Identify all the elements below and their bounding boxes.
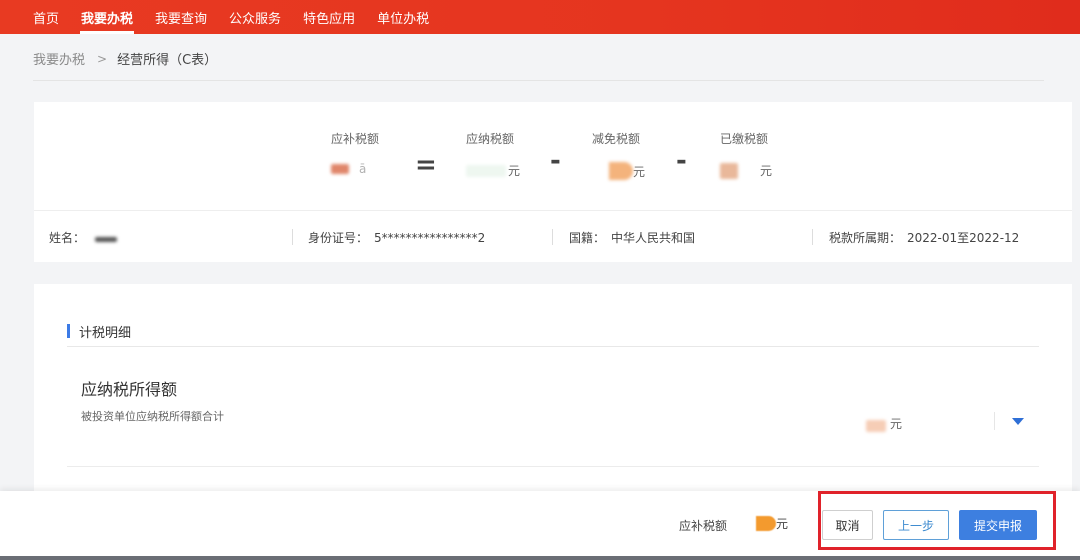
payable-tax-label: 应补税额 xyxy=(331,132,380,146)
divider xyxy=(812,229,813,245)
breadcrumb-current: 经营所得（C表） xyxy=(117,53,218,68)
cancel-button[interactable]: 取消 xyxy=(822,510,873,540)
paid-tax-value: 元 xyxy=(720,162,772,179)
divider xyxy=(552,229,553,245)
nationality-label: 国籍： xyxy=(569,231,606,245)
tax-period-field: 税款所属期： 2022-01至2022-12 xyxy=(829,229,1019,246)
equals-sign: = xyxy=(415,150,437,180)
previous-step-button[interactable]: 上一步 xyxy=(883,510,949,540)
expand-caret-icon[interactable] xyxy=(1012,418,1024,425)
payable-tax-unit: ā xyxy=(359,162,367,176)
bottom-payable-label: 应补税额 xyxy=(679,519,728,533)
redacted-value xyxy=(331,164,349,174)
breadcrumb-separator-icon: > xyxy=(97,51,108,66)
name-label: 姓名： xyxy=(49,231,86,245)
minus-sign: - xyxy=(676,146,687,176)
tax-period-label: 税款所属期： xyxy=(829,231,902,245)
reduced-tax-label: 减免税额 xyxy=(592,132,641,146)
item-divider xyxy=(67,466,1039,467)
taxable-income-unit: 元 xyxy=(890,416,903,431)
nav-item-home[interactable]: 首页 xyxy=(22,0,70,34)
taxable-income-title: 应纳税所得额 xyxy=(81,380,178,399)
tax-summary-card: 应补税额 ā = 应纳税额 元 - 减免税额 元 - 已缴税额 元 姓名： 身份… xyxy=(34,102,1072,262)
breadcrumb-divider xyxy=(33,80,1044,81)
section-divider xyxy=(67,346,1039,347)
nav-item-special-apps[interactable]: 特色应用 xyxy=(292,0,366,34)
minus-sign: - xyxy=(550,146,561,176)
bottom-action-bar: 应补税额 元 取消 上一步 提交申报 xyxy=(0,491,1080,560)
top-nav: 首页 我要办税 我要查询 公众服务 特色应用 单位办税 xyxy=(0,0,1080,34)
redacted-value xyxy=(720,162,738,179)
redacted-name xyxy=(95,237,118,242)
redacted-value xyxy=(466,164,506,177)
nationality-field: 国籍： 中华人民共和国 xyxy=(569,229,695,246)
tax-detail-card: 计税明细 应纳税所得额 被投资单位应纳税所得额合计 元 xyxy=(34,284,1072,504)
due-tax-unit: 元 xyxy=(508,164,521,178)
due-tax-value: 元 xyxy=(466,162,520,179)
submit-declaration-button[interactable]: 提交申报 xyxy=(959,510,1037,540)
taxpayer-info-row: 姓名： 身份证号： 5****************2 国籍： 中华人民共和国… xyxy=(34,210,1072,262)
taxable-income-value: 元 xyxy=(866,414,902,432)
id-field: 身份证号： 5****************2 xyxy=(308,229,485,246)
id-value: 5****************2 xyxy=(374,230,486,245)
taxable-income-subtitle: 被投资单位应纳税所得额合计 xyxy=(81,410,224,423)
nav-item-unit-tax[interactable]: 单位办税 xyxy=(366,0,440,34)
reduced-tax-unit: 元 xyxy=(633,164,646,179)
reduced-tax-value: 元 xyxy=(609,162,645,180)
divider xyxy=(292,229,293,245)
nav-item-tax-filing[interactable]: 我要办税 xyxy=(70,0,144,34)
name-field: 姓名： xyxy=(49,229,118,246)
nationality-value: 中华人民共和国 xyxy=(611,231,696,245)
bottom-payable-value: 元 xyxy=(756,515,788,532)
paid-tax-unit: 元 xyxy=(760,164,773,178)
redacted-value xyxy=(609,162,633,180)
due-tax-label: 应纳税额 xyxy=(466,132,515,146)
breadcrumb-parent[interactable]: 我要办税 xyxy=(33,49,85,68)
bottom-payable-unit: 元 xyxy=(776,517,789,531)
breadcrumb: 我要办税 > 经营所得（C表） xyxy=(33,49,218,69)
paid-tax-label: 已缴税额 xyxy=(720,132,769,146)
taskbar-strip xyxy=(0,556,1080,560)
payable-tax-value: ā xyxy=(331,162,366,176)
redacted-value xyxy=(866,420,886,432)
nav-item-query[interactable]: 我要查询 xyxy=(144,0,218,34)
nav-item-public-service[interactable]: 公众服务 xyxy=(218,0,292,34)
section-title: 计税明细 xyxy=(67,322,131,341)
id-label: 身份证号： xyxy=(308,231,369,245)
redacted-value xyxy=(756,516,776,531)
divider xyxy=(994,412,995,430)
tax-period-value: 2022-01至2022-12 xyxy=(907,231,1020,245)
